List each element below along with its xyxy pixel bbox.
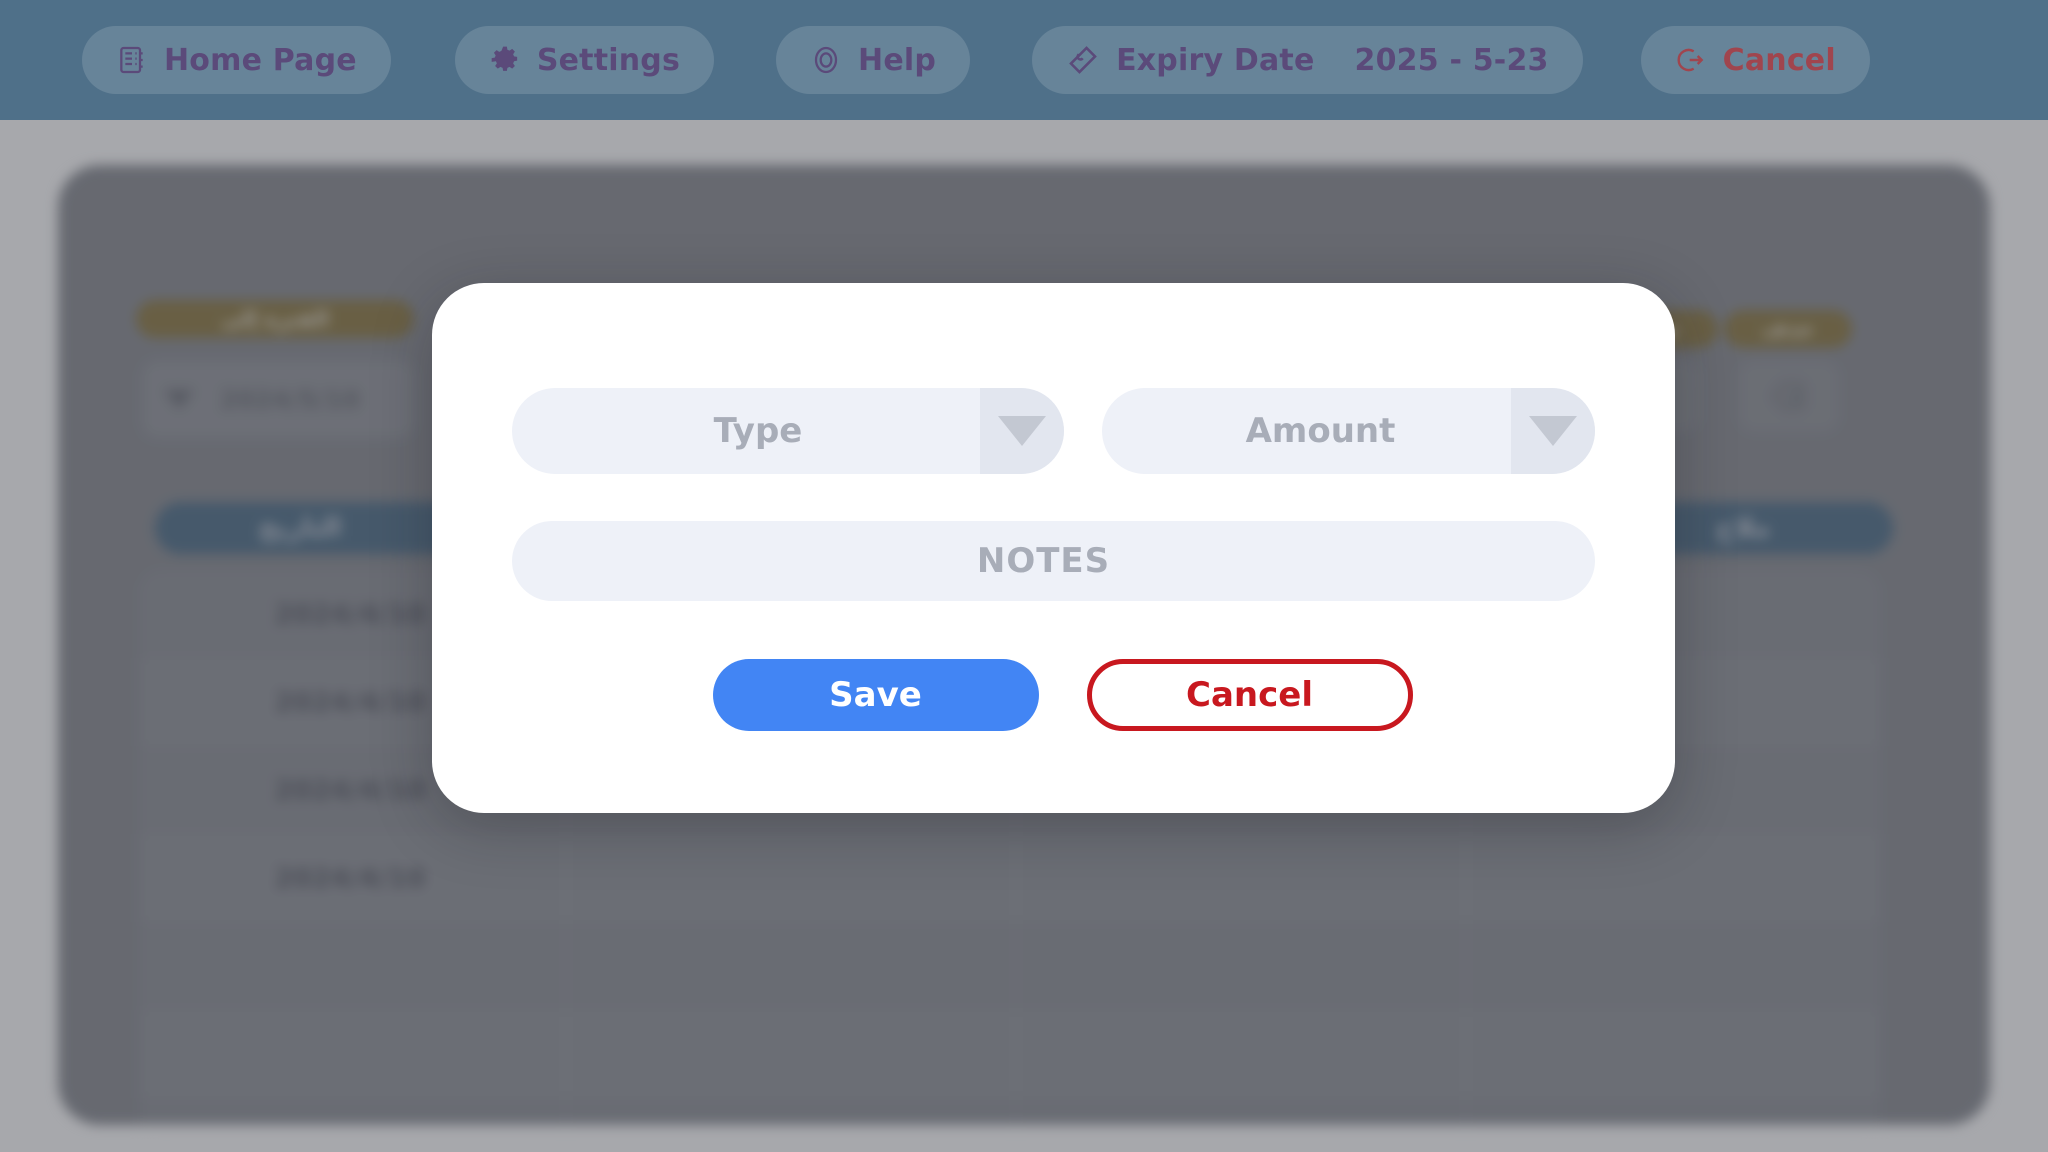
top-navigation-bar: Home Page Settings Help Expiry Date 2025… (0, 0, 2048, 120)
app-root: الفترة إلى 2024/5/10 الفترة من 2024/4/10… (0, 0, 2048, 1152)
notes-input[interactable]: NOTES (512, 521, 1595, 601)
amount-select-arrow-zone[interactable] (1511, 388, 1595, 474)
nav-item-home-page[interactable]: Home Page (82, 26, 391, 94)
nav-label-home-page: Home Page (164, 42, 357, 78)
modal-field-row: Type Amount (512, 388, 1595, 474)
amount-select-placeholder: Amount (1245, 411, 1396, 451)
ticket-icon (1066, 43, 1100, 77)
cancel-button[interactable]: Cancel (1086, 659, 1413, 731)
gear-icon (489, 44, 521, 76)
modal-action-row: Save Cancel (432, 659, 1675, 731)
nav-item-settings[interactable]: Settings (454, 26, 715, 94)
lifebuoy-icon (810, 44, 842, 76)
chevron-down-icon (1529, 416, 1577, 446)
nav-item-cancel[interactable]: Cancel (1640, 26, 1870, 94)
nav-label-settings: Settings (536, 42, 681, 78)
nav-item-expiry-date[interactable]: Expiry Date 2025 - 5-23 (1032, 26, 1583, 94)
type-select[interactable]: Type (512, 388, 1064, 474)
chevron-down-icon (998, 416, 1046, 446)
save-button[interactable]: Save (712, 659, 1039, 731)
entry-modal-dialog: Type Amount NOTES Save Cancel (432, 283, 1675, 813)
nav-label-help: Help (858, 42, 937, 78)
logout-icon (1675, 44, 1707, 76)
nav-label-expiry-date: Expiry Date (1116, 42, 1315, 78)
type-select-arrow-zone[interactable] (980, 388, 1064, 474)
amount-select[interactable]: Amount (1102, 388, 1595, 474)
nav-label-cancel: Cancel (1722, 42, 1836, 78)
nav-item-help[interactable]: Help (776, 26, 971, 94)
type-select-placeholder: Type (713, 411, 803, 451)
notes-placeholder: NOTES (976, 541, 1111, 581)
expiry-date-value: 2025 - 5-23 (1354, 42, 1549, 78)
address-book-icon (116, 44, 148, 76)
